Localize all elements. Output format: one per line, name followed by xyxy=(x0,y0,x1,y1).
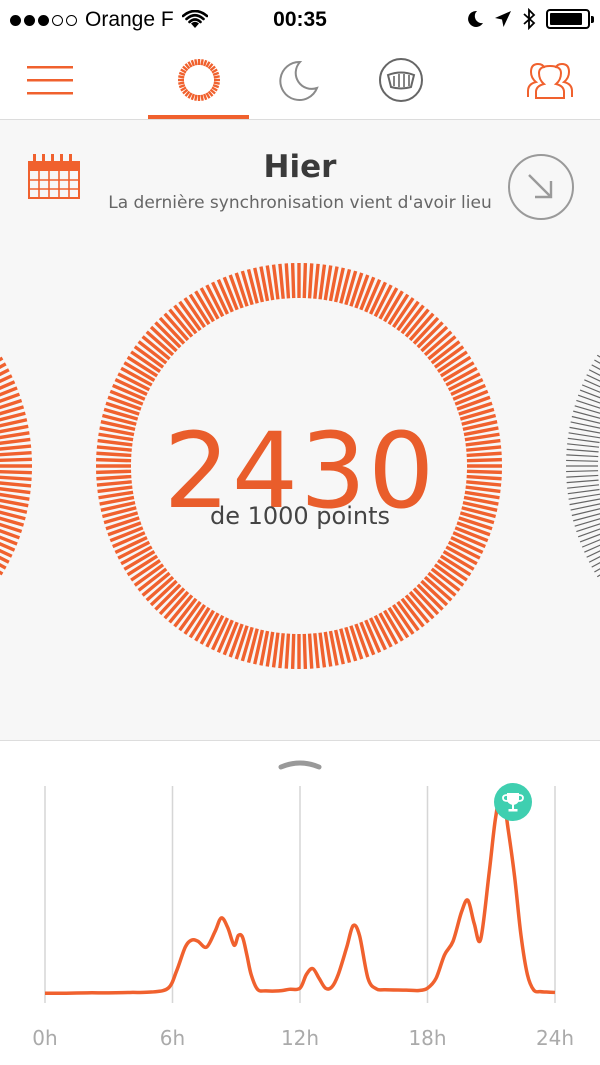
x-tick-label: 18h xyxy=(408,1026,447,1050)
status-bar: Orange F 00:35 xyxy=(0,0,600,40)
moon-icon xyxy=(468,10,483,27)
date-header: Hier La dernière synchronisation vient d… xyxy=(0,121,600,231)
activity-chart-panel: 0h 6h 12h 18h 24h xyxy=(0,740,600,1065)
activity-ring-area[interactable]: 2430 de 1000 points xyxy=(0,240,600,740)
x-tick-label: 12h xyxy=(280,1026,320,1050)
status-right xyxy=(466,8,594,30)
sleep-moon-icon xyxy=(279,60,319,101)
ring-tick xyxy=(212,71,219,76)
active-tab-indicator xyxy=(148,115,249,119)
arrow-down-right-icon xyxy=(528,174,553,199)
friends-icon xyxy=(527,62,573,99)
tab-activity[interactable] xyxy=(148,40,249,120)
ring-tick xyxy=(271,632,280,668)
ring-tick xyxy=(284,263,291,299)
next-day-ring-tick xyxy=(581,539,600,548)
tab-sleep[interactable] xyxy=(265,40,331,120)
ring-tick xyxy=(278,263,285,299)
battery-level xyxy=(550,13,583,25)
friends-button[interactable] xyxy=(515,40,585,120)
ring-tick xyxy=(284,633,291,669)
x-tick-label: 0h xyxy=(32,1026,58,1050)
x-tick-label: 24h xyxy=(535,1026,575,1050)
ring-tick xyxy=(313,263,320,299)
ring-tick xyxy=(302,633,308,669)
ring-tick xyxy=(193,59,198,66)
ring-tick xyxy=(278,633,285,669)
ring-tick xyxy=(302,263,308,299)
activity-ring-icon xyxy=(177,59,220,101)
battery-icon xyxy=(546,9,594,29)
ring-tick xyxy=(202,59,207,67)
battery-nub xyxy=(591,16,594,23)
ring-tick xyxy=(318,632,327,668)
location-arrow-icon xyxy=(495,11,511,27)
ring-tick xyxy=(318,264,327,300)
menu-button[interactable] xyxy=(20,40,80,120)
ring-tick xyxy=(193,94,198,101)
next-day-ring-tick xyxy=(581,384,600,393)
ring-tick xyxy=(213,81,220,85)
ring-tick xyxy=(199,59,204,66)
ring-tick xyxy=(178,84,185,89)
ring-tick xyxy=(313,633,320,669)
ring-tick xyxy=(178,71,185,76)
trophy-icon xyxy=(502,793,524,812)
ring-tick xyxy=(307,263,314,299)
expand-button[interactable] xyxy=(508,154,574,220)
ring-tick xyxy=(290,633,296,669)
ring-tick xyxy=(177,75,184,79)
meal-plate-icon xyxy=(379,58,423,102)
score-goal: de 1000 points xyxy=(209,502,391,530)
ring-tick xyxy=(202,93,207,101)
ring-tick xyxy=(212,84,219,89)
menu-icon xyxy=(27,66,73,95)
ring-tick xyxy=(190,93,195,101)
ring-tick xyxy=(307,633,314,669)
x-tick-label: 6h xyxy=(159,1026,186,1050)
ring-tick xyxy=(199,94,204,101)
ring-tick xyxy=(177,81,184,85)
tab-meals[interactable] xyxy=(370,40,432,120)
trophy-badge[interactable] xyxy=(494,783,532,821)
ring-tick xyxy=(290,263,296,299)
bluetooth-icon xyxy=(523,8,536,30)
ring-tick xyxy=(190,59,195,67)
ring-tick xyxy=(213,75,220,79)
ring-tick xyxy=(271,264,280,300)
nav-bar xyxy=(0,40,600,120)
